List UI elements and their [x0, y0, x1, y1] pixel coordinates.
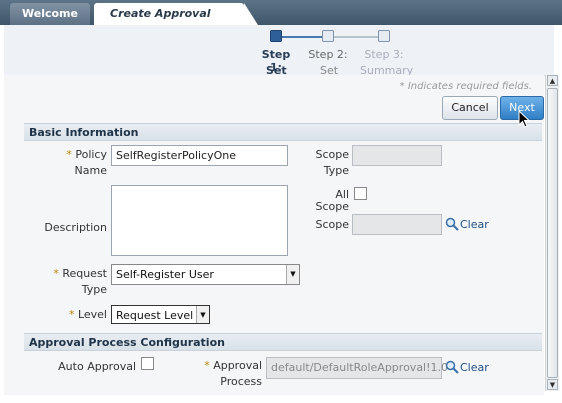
policy-name-label: * Policy — [66, 148, 107, 161]
approval-process-label: * Approval — [204, 359, 262, 372]
level-label: * Level — [68, 308, 107, 321]
description-label: Description — [44, 221, 107, 234]
train-stop-2[interactable] — [322, 30, 334, 42]
approval-process-label-2: Process — [220, 375, 262, 388]
train-line-2 — [333, 36, 378, 38]
approval-process-header: Approval Process Configuration — [24, 333, 542, 351]
level-select[interactable]: Request Level ▼ — [111, 305, 210, 324]
description-textarea[interactable] — [111, 185, 288, 256]
scope-type-label: Scope — [315, 148, 349, 161]
auto-approval-label: Auto Approval — [58, 360, 136, 373]
level-value: Request Level — [116, 309, 194, 322]
scope-input[interactable] — [352, 214, 442, 235]
content-panel: * Indicates required fields. Cancel Next… — [4, 75, 544, 395]
request-type-label: * Request — [53, 267, 107, 280]
mouse-cursor-icon — [518, 110, 530, 128]
scope-type-label-2: Type — [323, 164, 349, 177]
required-fields-note: * Indicates required fields. — [399, 81, 532, 92]
all-scope-checkbox[interactable] — [354, 187, 367, 200]
scrollbar-thumb[interactable] — [547, 88, 558, 378]
chevron-down-icon[interactable]: ▼ — [196, 306, 209, 323]
search-icon[interactable] — [445, 217, 459, 231]
auto-approval-checkbox[interactable] — [141, 357, 154, 370]
basic-information-header: Basic Information — [24, 123, 542, 141]
request-type-label-2: Type — [81, 283, 107, 296]
chevron-down-icon[interactable]: ▼ — [286, 265, 299, 284]
request-type-value: Self-Register User — [116, 268, 214, 281]
approval-process-input[interactable]: default/DefaultRoleApproval!1.0 — [266, 357, 448, 379]
all-scope-label-2: Scope — [315, 200, 349, 213]
train-step-3-label: Step 3: — [364, 48, 404, 61]
train-step-2-label[interactable]: Step 2: — [308, 48, 348, 61]
scope-type-input[interactable] — [352, 145, 442, 166]
tab-welcome[interactable]: Welcome — [10, 3, 90, 25]
search-icon[interactable] — [445, 360, 459, 374]
cancel-button[interactable]: Cancel — [442, 96, 498, 120]
vertical-scrollbar[interactable]: ▲ ▼ — [545, 75, 559, 391]
policy-name-label-2: Name — [74, 164, 107, 177]
request-type-select[interactable]: Self-Register User ▼ — [111, 264, 300, 285]
train-stop-1[interactable] — [270, 30, 282, 42]
train-stop-3[interactable] — [378, 30, 390, 42]
scroll-down-arrow-icon[interactable]: ▼ — [547, 379, 558, 390]
scope-clear-link[interactable]: Clear — [460, 218, 489, 231]
train-line-1 — [282, 36, 322, 38]
tab-create-approval-policy[interactable]: Create Approval Policy — [94, 3, 258, 42]
approval-process-clear-link[interactable]: Clear — [460, 361, 489, 374]
scope-label: Scope — [315, 218, 349, 231]
scroll-up-arrow-icon[interactable]: ▲ — [547, 75, 558, 86]
policy-name-input[interactable]: SelfRegisterPolicyOne — [111, 145, 288, 166]
